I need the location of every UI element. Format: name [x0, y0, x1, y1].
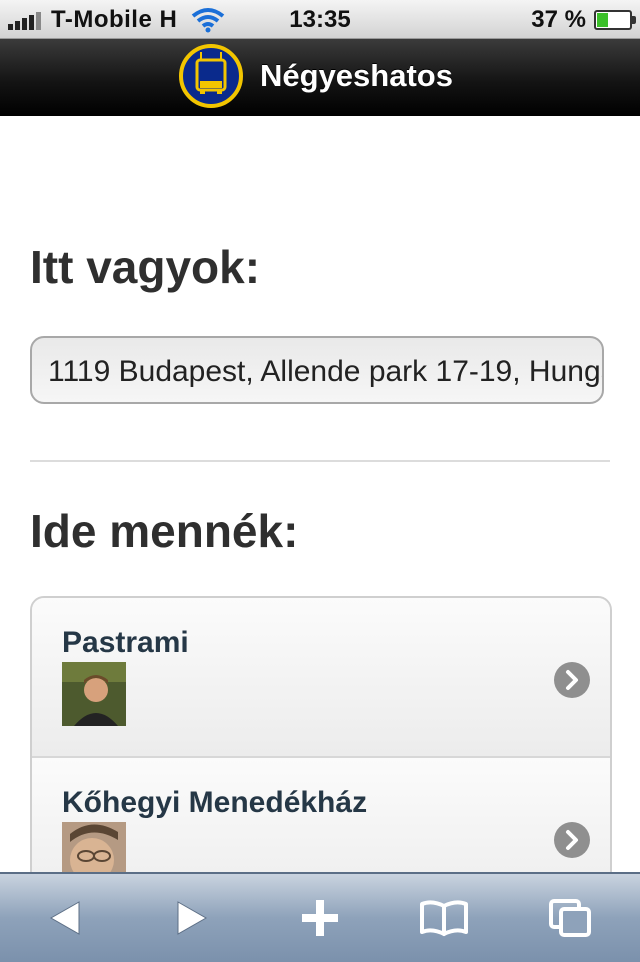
avatar: [62, 662, 126, 726]
divider: [30, 460, 610, 462]
pages-button[interactable]: [540, 892, 600, 944]
nav-bar: Négyeshatos: [0, 39, 640, 117]
back-button[interactable]: [35, 892, 95, 944]
avatar: [62, 822, 126, 872]
main-content: Itt vagyok: 1119 Budapest, Allende park …: [0, 116, 640, 872]
destination-name: Kőhegyi Menedékház: [62, 786, 368, 819]
pages-icon: [549, 899, 591, 937]
battery-percent: 37 %: [531, 6, 586, 33]
destination-heading: Ide mennék:: [30, 505, 299, 557]
page-title: Négyeshatos: [260, 58, 453, 93]
list-item[interactable]: Pastrami: [32, 598, 610, 758]
bookmarks-button[interactable]: [414, 892, 474, 944]
forward-icon: [177, 901, 208, 935]
tram-icon[interactable]: [178, 43, 244, 109]
forward-button[interactable]: [162, 892, 222, 944]
chevron-right-icon: [554, 662, 590, 698]
current-location-heading: Itt vagyok:: [30, 241, 261, 293]
destination-list: Pastrami Kőhegyi Menedékház: [30, 596, 612, 872]
back-icon: [49, 901, 80, 935]
add-icon: [302, 900, 338, 936]
battery-fill: [597, 13, 608, 27]
list-item[interactable]: Kőhegyi Menedékház: [32, 758, 610, 872]
add-button[interactable]: [290, 892, 350, 944]
battery-icon: [594, 10, 636, 30]
status-right: 37 %: [531, 6, 636, 34]
browser-toolbar: [0, 872, 640, 962]
chevron-right-icon: [554, 822, 590, 858]
destination-name: Pastrami: [62, 626, 189, 659]
current-location-field[interactable]: 1119 Budapest, Allende park 17-19, Hunga…: [30, 336, 604, 404]
status-bar: T-Mobile H 13:35 37 %: [0, 0, 640, 39]
bookmarks-icon: [420, 900, 468, 936]
